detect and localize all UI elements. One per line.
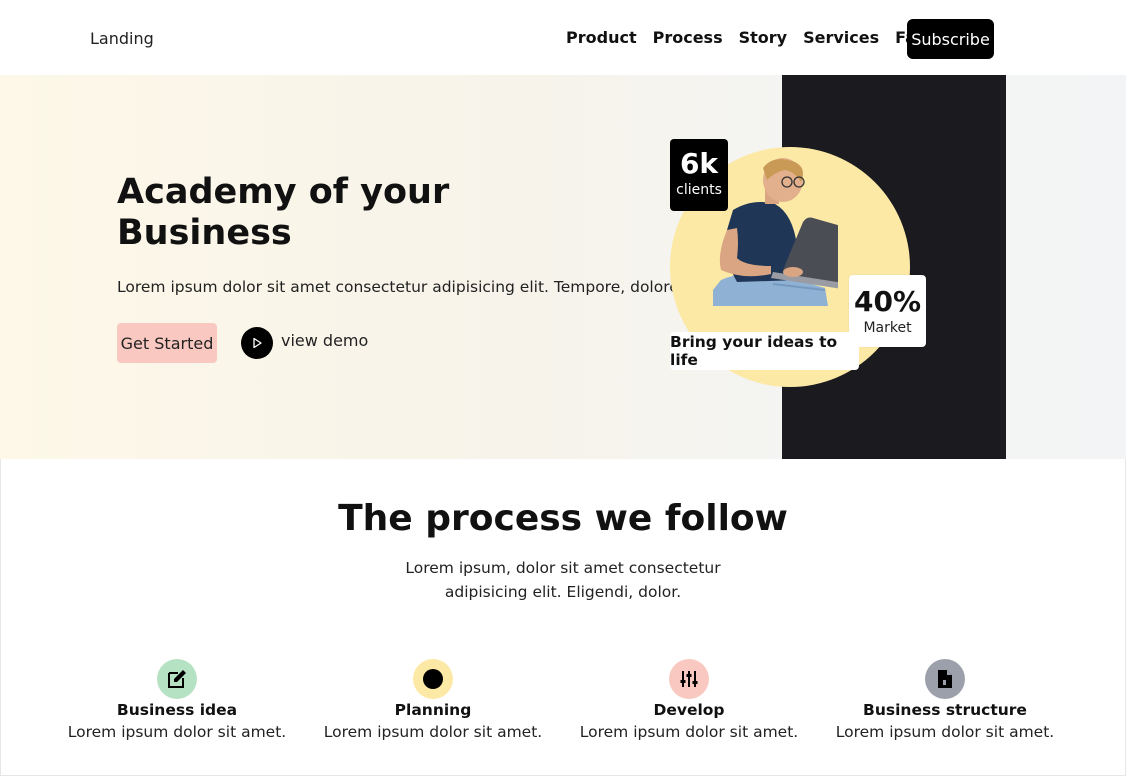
process-title: The process we follow (338, 498, 788, 539)
view-demo-link[interactable]: view demo (241, 327, 368, 359)
step-title: Planning (394, 701, 472, 719)
nav-link-services[interactable]: Services (803, 28, 879, 47)
clients-stat-card: 6k clients (670, 139, 728, 211)
step-text: Lorem ipsum dolor sit amet. (579, 723, 799, 741)
market-stat-card: 40% Market (849, 275, 926, 347)
nav-link-story[interactable]: Story (739, 28, 787, 47)
ideas-tagline-card: Bring your ideas to life (670, 332, 859, 370)
get-started-button[interactable]: Get Started (117, 323, 217, 363)
step-title: Business structure (863, 701, 1027, 719)
navbar: Landing Product Process Story Services F… (0, 0, 1126, 75)
play-icon (241, 327, 273, 359)
clients-stat-label: clients (676, 182, 722, 198)
document-icon (925, 659, 965, 699)
nav-links: Product Process Story Services Faq (566, 28, 943, 47)
logo[interactable]: Landing (90, 29, 154, 48)
subscribe-button[interactable]: Subscribe (907, 19, 994, 59)
hero-title: Academy of your Business (117, 172, 450, 253)
clients-stat-value: 6k (679, 147, 719, 180)
nav-link-process[interactable]: Process (653, 28, 723, 47)
market-stat-value: 40% (853, 285, 922, 318)
hero-subtitle: Lorem ipsum dolor sit amet consectetur a… (117, 278, 688, 296)
step-text: Lorem ipsum dolor sit amet. (67, 723, 287, 741)
market-stat-label: Market (863, 320, 912, 336)
step-text: Lorem ipsum dolor sit amet. (835, 723, 1055, 741)
nav-link-product[interactable]: Product (566, 28, 637, 47)
sliders-icon (669, 659, 709, 699)
view-demo-label: view demo (281, 330, 369, 350)
step-develop: Develop Lorem ipsum dolor sit amet. (561, 659, 817, 741)
step-business-idea: Business idea Lorem ipsum dolor sit amet… (49, 659, 305, 741)
person-with-laptop-image (713, 158, 838, 306)
process-steps: Business idea Lorem ipsum dolor sit amet… (49, 659, 1073, 741)
edit-icon (157, 659, 197, 699)
step-text: Lorem ipsum dolor sit amet. (323, 723, 543, 741)
process-subtitle: Lorem ipsum, dolor sit amet consectetur … (405, 559, 721, 601)
step-planning: Planning Lorem ipsum dolor sit amet. (305, 659, 561, 741)
step-title: Business idea (116, 701, 238, 719)
step-title: Develop (653, 701, 725, 719)
circle-icon (413, 659, 453, 699)
step-business-structure: Business structure Lorem ipsum dolor sit… (817, 659, 1073, 741)
